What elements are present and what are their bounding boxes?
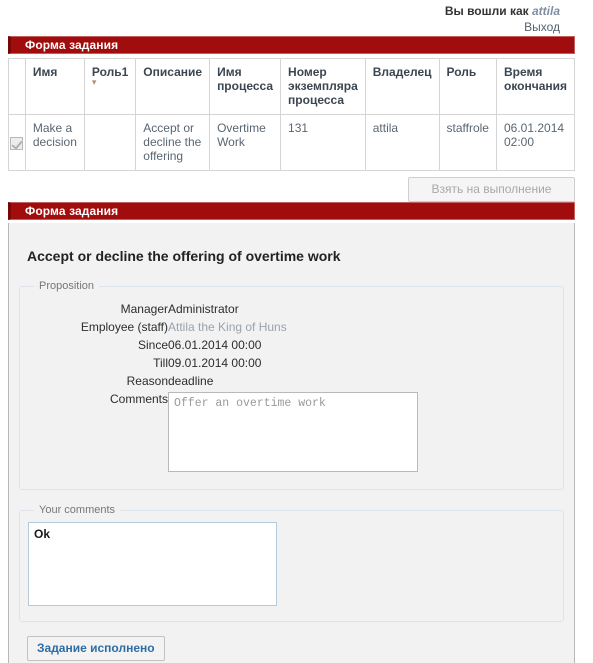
- task-form-section-header: Форма задания: [8, 202, 575, 220]
- sort-descending-icon: ▾: [91, 77, 97, 87]
- column-header-process-instance[interactable]: Номер экземпляра процесса: [280, 58, 366, 115]
- field-label-till: Till: [153, 356, 168, 370]
- column-header-role[interactable]: Роль: [438, 58, 497, 115]
- column-header-name[interactable]: Имя: [24, 58, 85, 115]
- column-header-process-name-label: Имя процесса: [217, 65, 274, 93]
- current-username: attila: [531, 4, 560, 18]
- your-comments-fieldset: Your comments: [19, 504, 564, 622]
- submit-row: Задание исполнено: [27, 636, 564, 661]
- field-row-till: Till 09.01.2014 00:00: [28, 354, 418, 372]
- cell-process-name: Overtime Work: [209, 114, 282, 171]
- field-value-reason: deadline: [168, 374, 214, 388]
- column-header-select: [8, 58, 26, 115]
- field-value-comments-cell: [168, 390, 418, 477]
- cell-role: staffrole: [438, 114, 497, 171]
- field-row-manager: Manager Administrator: [28, 300, 418, 318]
- field-row-reason: Reason deadline: [28, 372, 418, 390]
- your-comments-textarea[interactable]: [28, 522, 277, 606]
- table-row[interactable]: Make a decision Accept or decline the of…: [8, 114, 576, 171]
- proposition-fields-table: Manager Administrator Employee (staff) A…: [28, 300, 418, 477]
- complete-task-button[interactable]: Задание исполнено: [27, 636, 165, 661]
- user-session-bar: Вы вошли как attila Выход: [0, 0, 593, 35]
- column-header-role-label: Роль: [446, 65, 477, 79]
- field-row-since: Since 06.01.2014 00:00: [28, 336, 418, 354]
- column-header-end-time[interactable]: Время окончания: [495, 58, 576, 115]
- column-header-role1-label: Роль1: [91, 65, 129, 79]
- take-task-row: Взять на выполнение: [8, 177, 575, 202]
- column-header-name-label: Имя: [32, 65, 58, 79]
- task-list-section-header: Форма задания: [8, 36, 575, 54]
- cell-end-time: 06.01.2014 02:00: [495, 114, 576, 171]
- row-select-checkbox[interactable]: [10, 136, 24, 150]
- field-label-employee: Employee (staff): [80, 320, 168, 334]
- task-form-title: Accept or decline the offering of overti…: [27, 248, 341, 264]
- proposition-fieldset: Proposition Manager Administrator Employ…: [19, 280, 564, 490]
- task-form-panel: Accept or decline the offering of overti…: [8, 223, 575, 663]
- column-header-process-instance-label: Номер экземпляра процесса: [288, 65, 358, 107]
- field-value-employee: Attila the King of Huns: [168, 320, 287, 334]
- column-header-role1[interactable]: Роль1 ▾: [83, 58, 137, 115]
- field-value-manager: Administrator: [168, 302, 239, 316]
- proposition-comments-textarea: [168, 392, 418, 472]
- task-table-head: Имя Роль1 ▾ Описание Имя процесса Номер …: [8, 58, 576, 115]
- field-value-till: 09.01.2014 00:00: [168, 356, 262, 370]
- column-header-owner-label: Владелец: [372, 65, 432, 79]
- field-label-manager: Manager: [120, 302, 168, 316]
- task-list-block: Имя Роль1 ▾ Описание Имя процесса Номер …: [8, 58, 576, 171]
- column-header-description[interactable]: Описание: [135, 58, 211, 115]
- logout-link[interactable]: Выход: [0, 20, 560, 35]
- field-value-since: 06.01.2014 00:00: [168, 338, 262, 352]
- your-comments-legend: Your comments: [39, 504, 116, 516]
- cell-description: Accept or decline the offering: [135, 114, 211, 171]
- page-root: Вы вошли как attila Выход Форма задания …: [0, 0, 593, 663]
- field-row-comments: Comments: [28, 390, 418, 477]
- field-label-since: Since: [137, 338, 168, 352]
- cell-owner: attila: [364, 114, 440, 171]
- take-task-button[interactable]: Взять на выполнение: [408, 177, 575, 202]
- task-table: Имя Роль1 ▾ Описание Имя процесса Номер …: [8, 58, 576, 171]
- proposition-legend: Proposition: [39, 280, 95, 292]
- row-select-cell[interactable]: [8, 114, 26, 171]
- cell-process-instance: 131: [280, 114, 366, 171]
- task-table-body: Make a decision Accept or decline the of…: [8, 114, 576, 171]
- cell-role1: [83, 114, 137, 171]
- cell-name: Make a decision: [24, 114, 85, 171]
- column-header-description-label: Описание: [143, 65, 203, 79]
- logged-in-status: Вы вошли как attila: [0, 4, 560, 19]
- column-header-owner[interactable]: Владелец: [364, 58, 440, 115]
- column-header-end-time-label: Время окончания: [503, 65, 568, 93]
- column-header-process-name[interactable]: Имя процесса: [209, 58, 282, 115]
- field-row-employee: Employee (staff) Attila the King of Huns: [28, 318, 418, 336]
- logged-in-prefix: Вы вошли как: [444, 4, 532, 18]
- field-label-comments: Comments: [109, 392, 168, 406]
- task-table-header-row: Имя Роль1 ▾ Описание Имя процесса Номер …: [8, 58, 576, 115]
- field-label-reason: Reason: [126, 374, 168, 388]
